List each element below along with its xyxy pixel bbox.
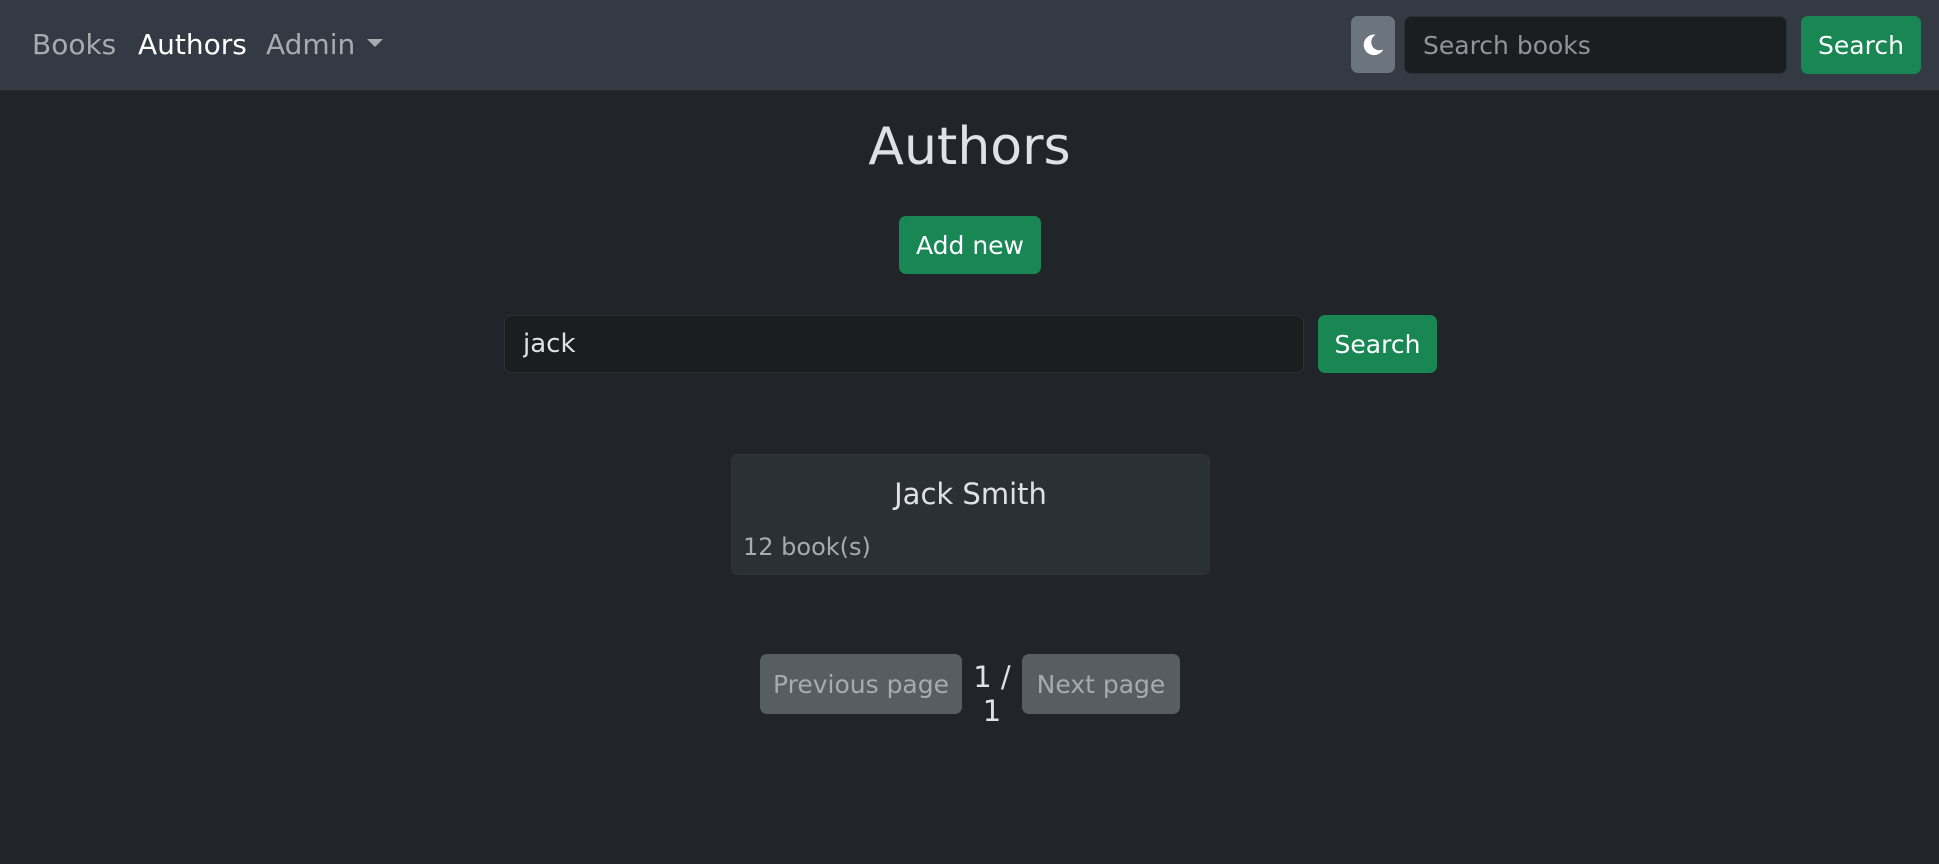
nav-link-books[interactable]: Books bbox=[32, 0, 116, 90]
next-page-button[interactable]: Next page bbox=[1022, 654, 1180, 714]
author-card[interactable]: Jack Smith 12 book(s) bbox=[731, 454, 1210, 575]
nav-search-button[interactable]: Search bbox=[1801, 16, 1921, 74]
author-name: Jack Smith bbox=[894, 477, 1047, 511]
author-search-button[interactable]: Search bbox=[1318, 315, 1437, 373]
caret-down-icon bbox=[367, 39, 384, 47]
author-book-count: 12 book(s) bbox=[743, 533, 871, 561]
page-title: Authors bbox=[868, 117, 1071, 177]
nav-admin-label: Admin bbox=[266, 28, 356, 61]
page-indicator: 1 / 1 bbox=[973, 660, 1011, 728]
nav-link-authors[interactable]: Authors bbox=[138, 0, 247, 90]
top-navbar: Books Authors Admin Search bbox=[0, 0, 1939, 90]
moon-icon bbox=[1363, 34, 1384, 55]
previous-page-button[interactable]: Previous page bbox=[760, 654, 962, 714]
nav-dropdown-admin[interactable]: Admin bbox=[266, 0, 384, 90]
nav-search-input[interactable] bbox=[1404, 16, 1787, 74]
theme-toggle-button[interactable] bbox=[1351, 16, 1395, 73]
author-search-input[interactable] bbox=[504, 315, 1304, 373]
add-new-button[interactable]: Add new bbox=[899, 216, 1041, 274]
